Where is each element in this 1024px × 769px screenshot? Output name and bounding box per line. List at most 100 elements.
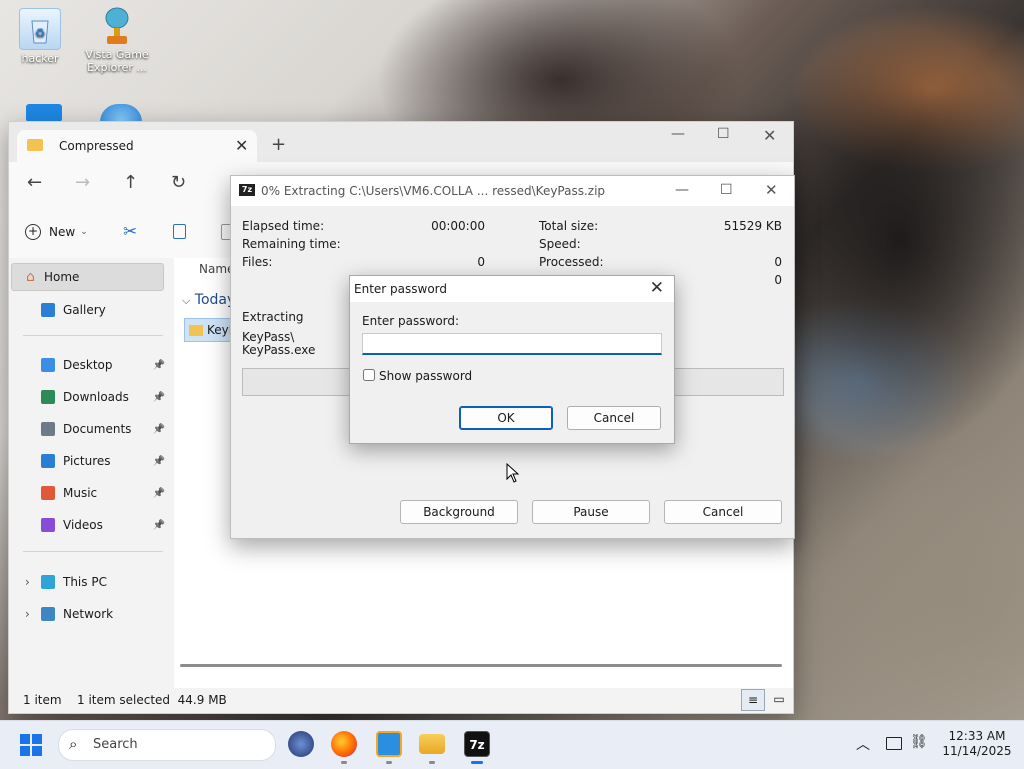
explorer-titlebar: Compressed ✕ + — ☐ ✕ [9, 122, 793, 162]
chevron-up-icon[interactable]: ︿ [856, 734, 870, 754]
search-icon: ⌕ [69, 735, 78, 753]
maximize-button[interactable]: ☐ [720, 182, 733, 198]
sidebar-item-gallery[interactable]: Gallery [41, 296, 191, 324]
trophy-icon [97, 6, 137, 46]
minimize-button[interactable]: — [675, 182, 689, 198]
desktop-icon-label: hacker [21, 52, 59, 65]
details-view-button[interactable]: ≡ [741, 689, 765, 711]
recycle-bin-icon: ♻ [19, 8, 61, 50]
home-icon: ⌂ [26, 269, 35, 285]
dialog-title: Enter password [354, 282, 447, 296]
pause-button[interactable]: Pause [532, 500, 650, 524]
extracting-label: Extracting [242, 310, 304, 324]
firefox-icon[interactable] [331, 731, 357, 757]
copy-icon[interactable] [173, 224, 186, 239]
pin-icon[interactable]: 📌 [153, 392, 165, 403]
ok-button[interactable]: OK [459, 406, 553, 430]
sidebar-divider [23, 335, 163, 336]
back-button[interactable]: ← [27, 172, 42, 193]
tool-app-icon[interactable] [376, 731, 402, 757]
sidebar-item-label: Downloads [63, 390, 129, 404]
sidebar-item-network[interactable]: › Network [25, 600, 175, 628]
sidebar-item-label: Pictures [63, 454, 111, 468]
horizontal-scrollbar[interactable] [180, 664, 782, 667]
display-icon[interactable] [886, 737, 902, 750]
videos-icon [41, 518, 55, 532]
pin-icon[interactable]: 📌 [153, 360, 165, 371]
download-icon [41, 390, 55, 404]
windows-logo-icon [20, 734, 42, 756]
taskbar: ⌕ Search 7z ︿ ⛓ 12:33 AM 11/14/2025 [0, 720, 1024, 769]
minimize-button[interactable]: — [671, 126, 685, 142]
new-button[interactable]: + New ⌄ [25, 224, 88, 240]
extra-value: 0 [774, 273, 782, 287]
file-explorer-icon[interactable] [419, 734, 445, 754]
sidebar-item-documents[interactable]: Documents 📌 [41, 415, 171, 443]
desktop-icon-recycle-bin[interactable]: ♻ hacker [4, 8, 76, 65]
mouse-cursor-icon [506, 463, 520, 483]
sidebar-item-label: Network [63, 607, 114, 621]
close-button[interactable]: ✕ [763, 126, 776, 145]
pin-icon[interactable]: 📌 [153, 456, 165, 467]
total-size-label: Total size: [539, 219, 599, 233]
taskbar-search[interactable]: ⌕ Search [58, 729, 276, 761]
7zip-titlebar: 7z 0% Extracting C:\Users\VM6.COLLA ... … [231, 176, 794, 206]
network-icon [41, 607, 55, 621]
active-indicator [471, 761, 483, 764]
extracting-path-folder: KeyPass\ [242, 330, 295, 344]
running-indicator [386, 761, 392, 764]
sidebar-item-desktop[interactable]: Desktop 📌 [41, 351, 171, 379]
group-header-today[interactable]: ⌵ Today [182, 292, 235, 308]
cut-icon[interactable]: ✂ [123, 222, 137, 242]
running-indicator [341, 761, 347, 764]
network-status-icon[interactable]: ⛓ [910, 734, 928, 750]
maximize-button[interactable]: ☐ [717, 126, 730, 142]
new-tab-button[interactable]: + [271, 134, 286, 155]
desktop-icon-game-explorer[interactable]: Vista Game Explorer ... [81, 6, 153, 74]
sidebar-item-downloads[interactable]: Downloads 📌 [41, 383, 171, 411]
files-label: Files: [242, 255, 273, 269]
sidebar-item-this-pc[interactable]: › This PC [25, 568, 175, 596]
pin-icon[interactable]: 📌 [153, 424, 165, 435]
password-dialog: Enter password ✕ Enter password: Show pa… [349, 275, 675, 444]
close-button[interactable]: ✕ [765, 181, 778, 199]
elapsed-label: Elapsed time: [242, 219, 325, 233]
speed-label: Speed: [539, 237, 581, 251]
plus-circle-icon: + [25, 224, 41, 240]
taskbar-clock[interactable]: 12:33 AM 11/14/2025 [932, 729, 1022, 759]
extracting-path-file: KeyPass.exe [242, 343, 316, 357]
sidebar-item-videos[interactable]: Videos 📌 [41, 511, 171, 539]
sidebar-item-label: This PC [63, 575, 107, 589]
globe-app-icon[interactable] [288, 731, 314, 757]
sidebar-item-home[interactable]: ⌂ Home [11, 263, 164, 291]
chevron-right-icon: › [25, 607, 30, 621]
explorer-tab[interactable]: Compressed ✕ [17, 130, 257, 162]
tiles-view-button[interactable]: ▭ [769, 689, 789, 709]
7zip-title: 0% Extracting C:\Users\VM6.COLLA ... res… [261, 184, 606, 198]
forward-button[interactable]: → [75, 172, 90, 193]
chevron-down-icon: ⌄ [80, 227, 88, 237]
desktop-partial-icon [26, 104, 62, 122]
cancel-button[interactable]: Cancel [664, 500, 782, 524]
up-button[interactable]: ↑ [123, 172, 138, 193]
password-field-label: Enter password: [362, 314, 460, 328]
sidebar-item-pictures[interactable]: Pictures 📌 [41, 447, 171, 475]
sidebar-item-label: Home [44, 270, 80, 284]
elapsed-value: 00:00:00 [431, 219, 485, 233]
pin-icon[interactable]: 📌 [153, 488, 165, 499]
password-dialog-titlebar: Enter password ✕ [350, 276, 674, 302]
background-button[interactable]: Background [400, 500, 518, 524]
start-button[interactable] [20, 734, 42, 756]
close-tab-icon[interactable]: ✕ [235, 136, 248, 155]
pictures-icon [41, 454, 55, 468]
sidebar-item-music[interactable]: Music 📌 [41, 479, 171, 507]
refresh-button[interactable]: ↻ [171, 172, 186, 193]
close-icon[interactable]: ✕ [650, 278, 664, 298]
password-input[interactable] [362, 333, 662, 355]
remaining-label: Remaining time: [242, 237, 341, 251]
show-password-checkbox[interactable] [363, 369, 375, 381]
sidebar-item-label: Music [63, 486, 98, 500]
pin-icon[interactable]: 📌 [153, 520, 165, 531]
7zip-taskbar-icon[interactable]: 7z [464, 731, 490, 757]
cancel-button[interactable]: Cancel [567, 406, 661, 430]
